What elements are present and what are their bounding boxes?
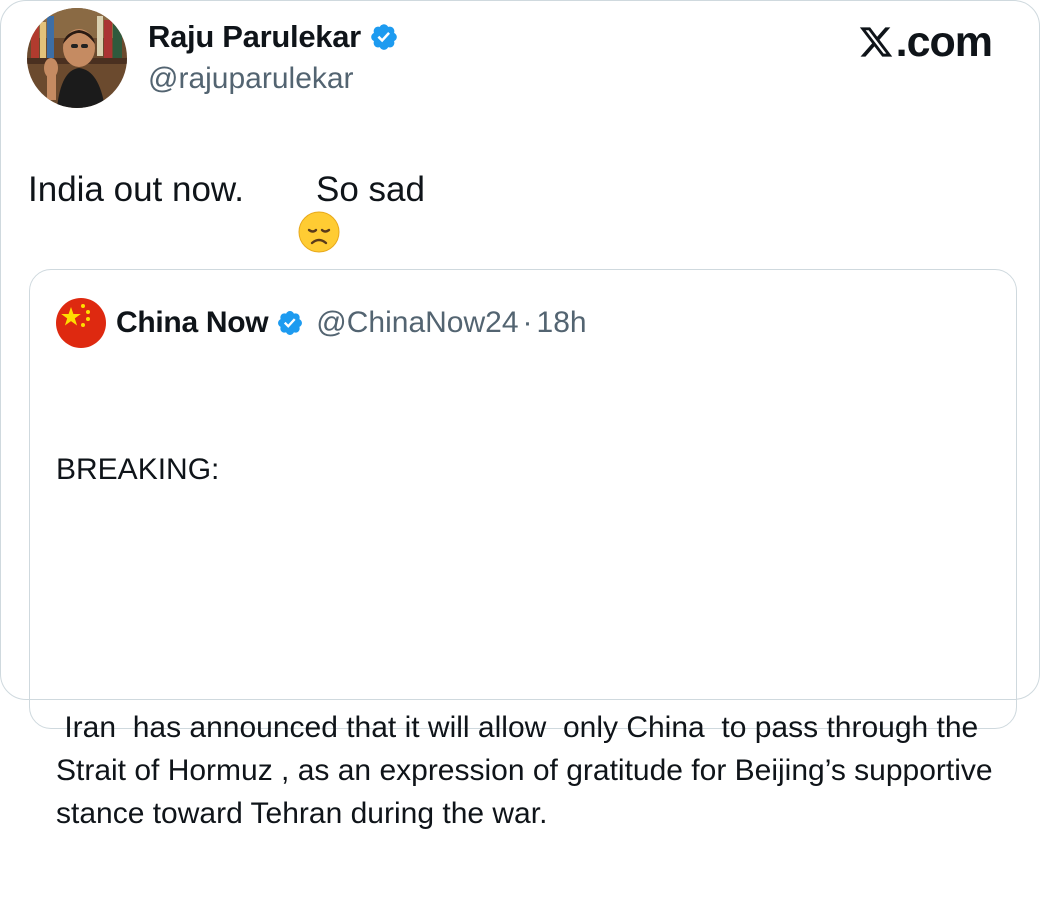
x-com-watermark: .com [857, 18, 993, 66]
x-logo-icon [859, 27, 892, 57]
meta-separator: · [522, 306, 533, 339]
quoted-author-name[interactable]: China Now [116, 306, 269, 340]
verified-badge-icon [369, 22, 399, 52]
avatar-photo [27, 8, 127, 108]
quoted-author-handle[interactable]: @ChinaNow24 [316, 306, 518, 340]
china-flag-icon[interactable] [56, 298, 106, 348]
tweet-text-after: So sad [316, 170, 425, 209]
author-name[interactable]: Raju Parulekar [148, 18, 361, 56]
quoted-tweet-body: BREAKING: Iran has announced that it wil… [56, 362, 996, 921]
quoted-verified-badge-icon [276, 309, 304, 337]
tweet-text: India out now. So sad [28, 168, 425, 253]
quoted-paragraph: Iran has announced that it will allow on… [56, 711, 1001, 830]
quoted-timestamp[interactable]: 18h [537, 306, 587, 340]
quoted-tweet[interactable]: China Now @ChinaNow24 · 18h BREAKING: Ir… [29, 269, 1017, 830]
quoted-tweet-header: China Now @ChinaNow24 · 18h [56, 298, 587, 348]
author-avatar[interactable] [27, 8, 127, 108]
disappointed-face-emoji-icon [258, 168, 340, 253]
quoted-breaking-label: BREAKING: [56, 453, 220, 486]
author-name-row: Raju Parulekar [148, 18, 399, 56]
watermark-suffix: .com [895, 18, 993, 66]
tweet-text-before: India out now. [28, 170, 244, 209]
author-handle[interactable]: @rajuparulekar [148, 60, 354, 98]
